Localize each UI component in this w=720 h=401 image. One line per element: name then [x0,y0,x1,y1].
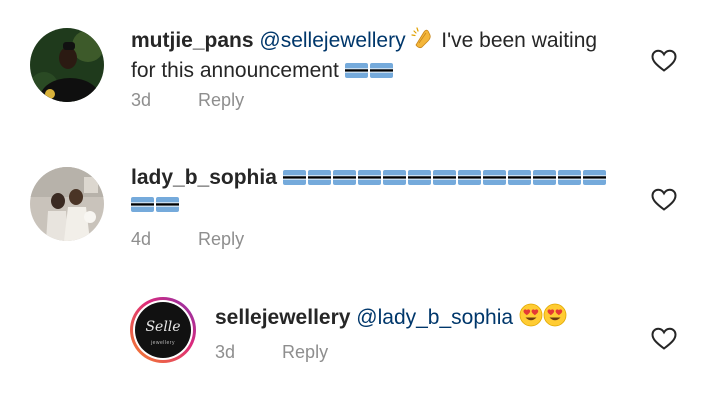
comment-age: 3d [215,342,236,362]
comment-mention[interactable]: @lady_b_sophia [356,306,513,329]
botswana-flag-icon [333,170,356,185]
comment-mention[interactable]: @sellejewellery [259,29,405,52]
comment-body-line1: I've been waiting [441,29,598,52]
botswana-flag-icon [508,170,531,185]
avatar[interactable] [30,28,104,102]
botswana-flag-icon [483,170,506,185]
comment-meta: 3d Reply [215,342,328,363]
botswana-flag-icon [308,170,331,185]
clapping-hands-icon [411,26,435,57]
like-heart-icon[interactable] [651,188,677,212]
comment-lady-b-sophia: lady_b_sophia 4d Reply [0,140,720,270]
comment-text: mutjie_pans @sellejewellery I've been wa… [131,26,641,84]
heart-eyes-icon [519,303,543,327]
comment-body-line2: for this announcement [131,59,339,82]
like-heart-icon[interactable] [651,327,677,351]
botswana-flag-icon [458,170,481,185]
comment-username[interactable]: mutjie_pans [131,29,254,52]
botswana-flag-icon [583,170,606,185]
comment-username[interactable]: sellejewellery [215,306,350,329]
avatar: Selle jewellery [135,302,191,358]
comment-username[interactable]: lady_b_sophia [131,166,277,189]
comment-age: 3d [131,90,152,110]
comment-meta: 3d Reply [131,90,244,111]
avatar[interactable] [30,167,104,241]
logo-caption: jewellery [151,340,175,346]
comment-age: 4d [131,229,152,249]
reply-button[interactable]: Reply [198,229,244,249]
botswana-flag-icon [345,63,368,78]
botswana-flag-icon [370,63,393,78]
botswana-flag-icon [408,170,431,185]
comment-meta: 4d Reply [131,229,244,250]
botswana-flag-icon [383,170,406,185]
reply-button[interactable]: Reply [282,342,328,362]
botswana-flag-icon [358,170,381,185]
comment-sellejewellery-reply: Selle jewellery sellejewellery @lady_b_s… [0,280,720,401]
logo: Selle [145,319,181,335]
like-heart-icon[interactable] [651,49,677,73]
botswana-flag-icon [533,170,556,185]
avatar-story-ring[interactable]: Selle jewellery [130,297,196,363]
comment-mutjie-pans: mutjie_pans @sellejewellery I've been wa… [0,0,720,130]
comment-text: sellejewellery @lady_b_sophia [215,303,635,331]
botswana-flag-icon [283,170,306,185]
botswana-flag-icon [433,170,456,185]
botswana-flag-icon [558,170,581,185]
heart-eyes-icon [543,303,567,327]
comment-text: lady_b_sophia [131,164,621,218]
botswana-flag-icon [131,197,154,212]
botswana-flag-icon [156,197,179,212]
reply-button[interactable]: Reply [198,90,244,110]
